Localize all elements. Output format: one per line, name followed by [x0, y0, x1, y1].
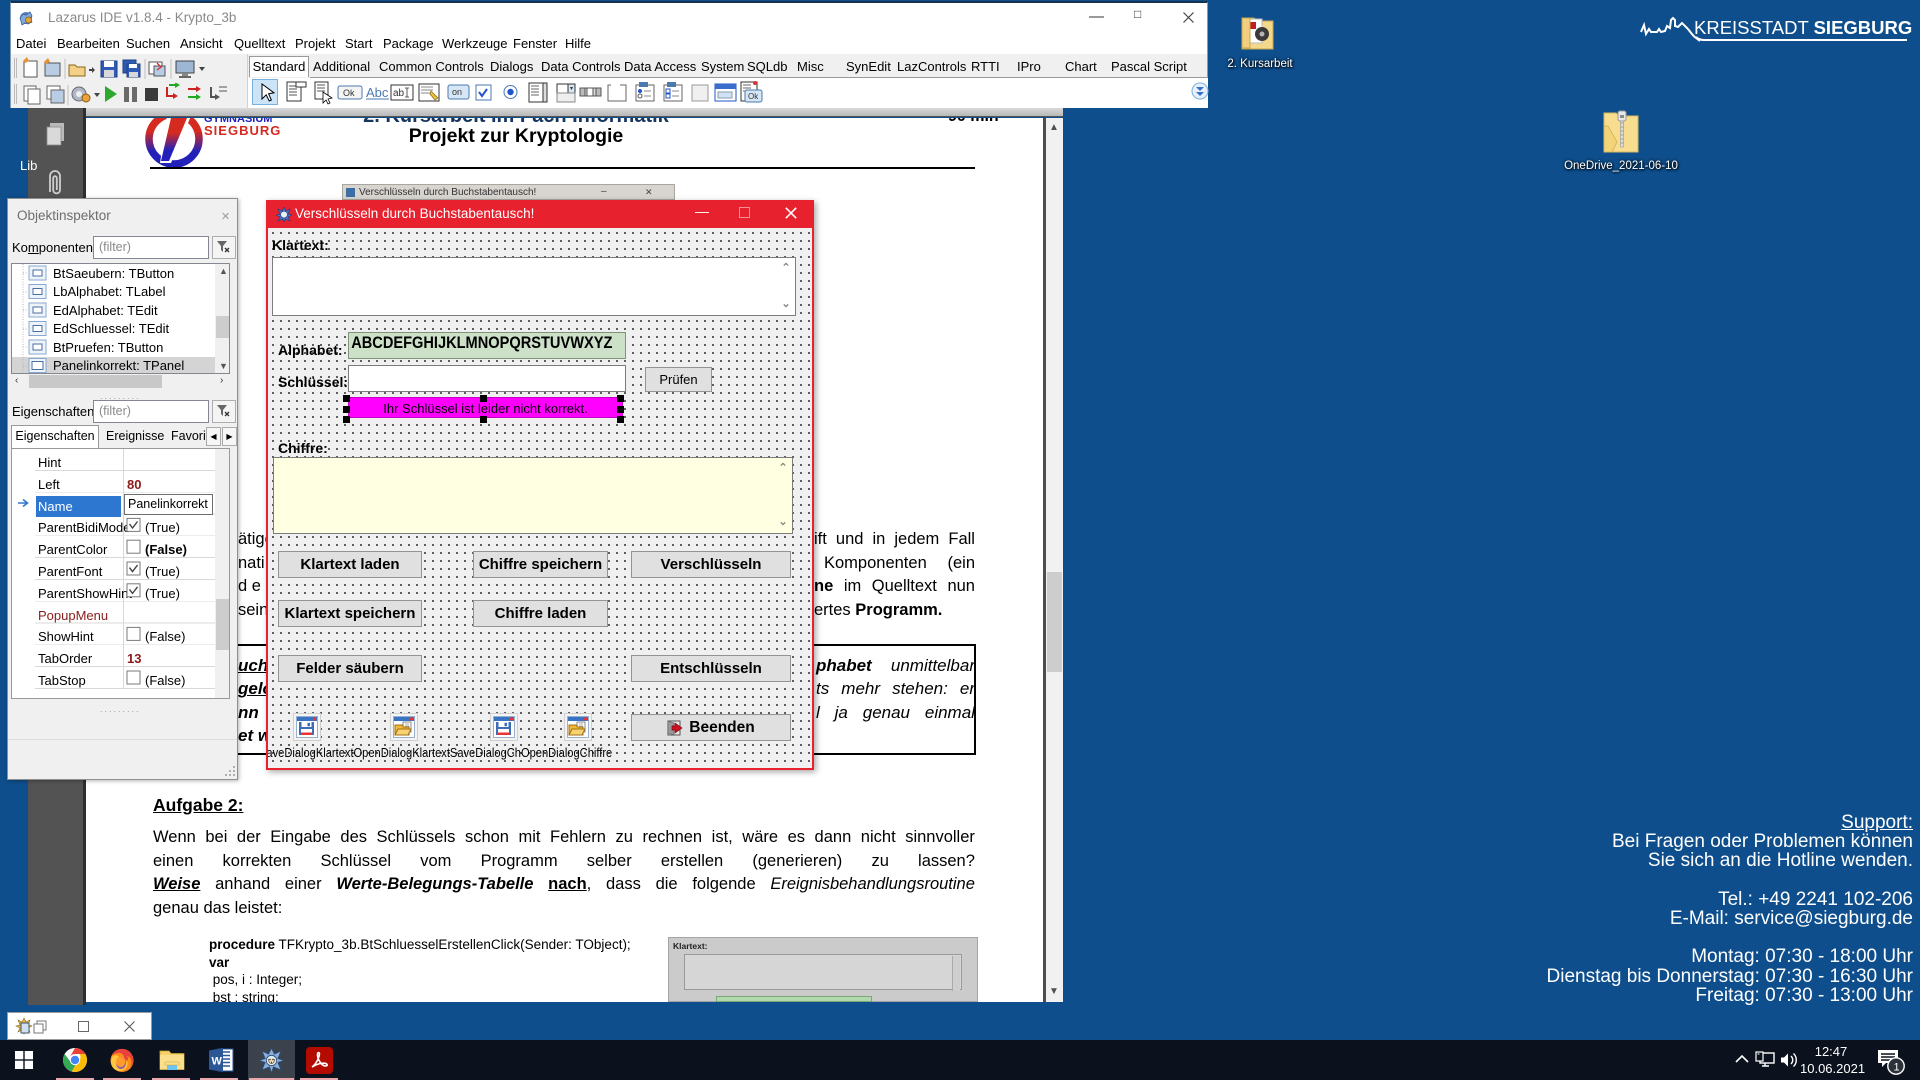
- svg-text:Ok: Ok: [343, 88, 355, 98]
- svg-text:ab: ab: [393, 88, 405, 99]
- svg-text:Abc: Abc: [366, 85, 389, 100]
- svg-text:KREISSTADT SIEGBURG: KREISSTADT SIEGBURG: [1694, 17, 1912, 38]
- svg-text:Ok: Ok: [748, 92, 759, 101]
- svg-text:W: W: [212, 1056, 223, 1068]
- svg-text:on: on: [452, 87, 462, 97]
- svg-text:1: 1: [1894, 1062, 1900, 1074]
